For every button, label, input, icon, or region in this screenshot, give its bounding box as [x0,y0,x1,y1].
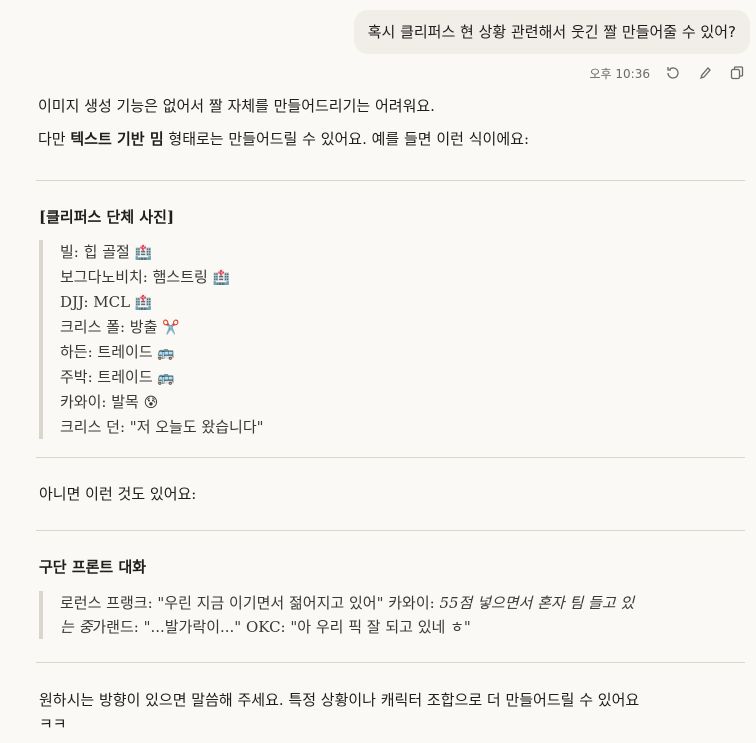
reply-paragraph-3: 아니면 이런 것도 있어요: [39,485,197,503]
quote-line: 크리스 폴: 방출 ✂️ [60,318,180,336]
p4-line1: 원하시는 방향이 있으면 말씀해 주세요. 특정 상황이나 캐릭터 조합으로 더… [39,691,640,709]
hospital-icon: 🏥 [134,295,153,311]
quote-line: 는 중가랜드: "...발가락이..." OKC: "아 우리 픽 잘 되고 있… [60,618,471,636]
quote-line: 주박: 트레이드 🚌 [60,368,175,386]
quote-line: 크리스 던: "저 오늘도 왔습니다" [60,418,264,436]
reply-paragraph-1: 이미지 생성 기능은 없어서 짤 자체를 만들어드리기는 어려워요. [38,97,435,115]
quote-line: 카와이: 발목 😰 [60,393,159,411]
assistant-reply: 이미지 생성 기능은 없어서 짤 자체를 만들어드리기는 어려워요. 다만 텍스… [38,94,738,151]
message-time: 오후 10:36 [589,66,650,81]
section2-quote: 로런스 프랭크: "우린 지금 이기면서 젊어지고 있어" 카와이: 55점 넣… [39,591,700,639]
bus-icon: 🚌 [157,370,175,386]
quote-line: 로런스 프랭크: "우린 지금 이기면서 젊어지고 있어" 카와이: 55점 넣… [60,594,635,612]
user-message-bubble: 혹시 클리퍼스 현 상황 관련해서 웃긴 짤 만들어줄 수 있어? [353,10,750,54]
quote-line: DJJ: MCL 🏥 [60,293,153,311]
p4-line2: ㅋㅋ [39,715,67,733]
p2-bold: 텍스트 기반 밈 [70,130,164,148]
hospital-icon: 🏥 [212,270,231,286]
user-message-text: 혹시 클리퍼스 현 상황 관련해서 웃긴 짤 만들어줄 수 있어? [367,23,736,41]
divider-3 [36,530,745,531]
quote-line: 하든: 트레이드 🚌 [60,343,175,361]
retry-icon[interactable] [664,64,682,82]
edit-icon[interactable] [696,64,714,82]
reply-paragraph-2: 다만 텍스트 기반 밈 형태로는 만들어드릴 수 있어요. 예를 들면 이런 식… [38,127,738,151]
divider-1 [36,180,745,181]
p2-suffix: 형태로는 만들어드릴 수 있어요. 예를 들면 이런 식이에요: [163,130,529,148]
copy-icon[interactable] [728,64,746,82]
section2-title: 구단 프론트 대화 [39,558,147,576]
divider-2 [36,457,745,458]
reply-paragraph-4: 원하시는 방향이 있으면 말씀해 주세요. 특정 상황이나 캐릭터 조합으로 더… [39,688,639,736]
divider-4 [36,662,745,663]
hospital-icon: 🏥 [134,245,152,261]
message-actions: 오후 10:36 [590,64,746,82]
bus-icon: 🚌 [157,345,175,361]
p2-prefix: 다만 [38,130,71,148]
section1-quote: 빌: 힙 골절 🏥 보그다노비치: 햄스트링 🏥 DJJ: MCL 🏥 크리스 … [39,240,264,439]
quote-line: 보그다노비치: 햄스트링 🏥 [60,268,231,286]
anxious-face-icon: 😰 [143,395,159,411]
scissors-icon: ✂️ [162,320,180,336]
quote-line: 빌: 힙 골절 🏥 [60,243,152,261]
section1-title: [클리퍼스 단체 사진] [39,208,175,226]
